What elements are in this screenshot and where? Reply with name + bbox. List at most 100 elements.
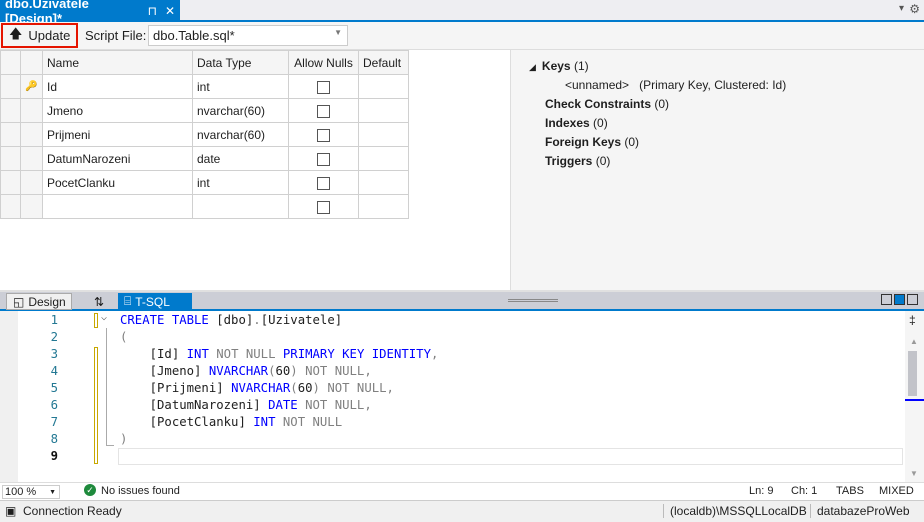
row-selector[interactable]	[0, 170, 21, 195]
indexes-node[interactable]: Indexes	[545, 116, 590, 130]
table-row[interactable]: PocetClanku int	[0, 170, 409, 195]
gear-icon[interactable]: ⚙	[909, 2, 920, 16]
row-selector[interactable]	[0, 122, 21, 147]
data-type-cell[interactable]: int	[192, 74, 289, 99]
code-line[interactable]: (	[120, 330, 127, 344]
data-type-cell[interactable]: nvarchar(60)	[192, 122, 289, 147]
allow-nulls-cell[interactable]	[288, 170, 359, 195]
allow-nulls-checkbox[interactable]	[317, 104, 330, 118]
allow-nulls-checkbox[interactable]	[317, 128, 330, 142]
editor-status-row: 100 % ▼ ✓ No issues found Ln: 9 Ch: 1 TAB…	[0, 482, 924, 500]
row-selector[interactable]	[0, 74, 21, 99]
pin-icon[interactable]: ⊓	[148, 4, 157, 18]
key-cell	[20, 98, 43, 123]
table-row[interactable]: Jmeno nvarchar(60)	[0, 98, 409, 123]
vertical-split-icon[interactable]	[881, 294, 892, 305]
allow-nulls-checkbox[interactable]	[317, 80, 330, 94]
scroll-up-icon[interactable]: ▲	[910, 337, 918, 346]
column-name-cell[interactable]: DatumNarozeni	[42, 146, 193, 171]
indent-mode[interactable]: TABS	[836, 485, 864, 497]
issues-status[interactable]: No issues found	[101, 485, 180, 497]
data-type-cell[interactable]: int	[192, 170, 289, 195]
default-cell[interactable]	[358, 122, 409, 147]
line-endings[interactable]: MIXED	[879, 485, 914, 497]
tab-design[interactable]: ◱ Design	[6, 293, 72, 310]
collapse-chevron-icon[interactable]: ⌵	[101, 312, 107, 323]
splitter-grip[interactable]	[508, 299, 558, 302]
outline-bracket	[106, 328, 114, 446]
check-constraints-node[interactable]: Check Constraints	[545, 97, 651, 111]
primary-key-node[interactable]: <unnamed>	[565, 78, 629, 92]
script-file-select[interactable]: dbo.Table.sql* ▼	[148, 25, 348, 46]
default-cell[interactable]	[358, 170, 409, 195]
code-token: [PocetClanku]	[120, 415, 254, 429]
data-type-cell[interactable]: nvarchar(60)	[192, 98, 289, 123]
default-cell[interactable]	[358, 194, 409, 219]
code-line[interactable]: [DatumNarozeni] DATE NOT NULL,	[120, 398, 372, 412]
column-name-cell[interactable]: Id	[42, 74, 193, 99]
column-name-cell[interactable]	[42, 194, 193, 219]
allow-nulls-cell[interactable]	[288, 74, 359, 99]
code-token: .	[253, 313, 261, 327]
scroll-thumb[interactable]	[908, 351, 917, 396]
default-cell[interactable]	[358, 146, 409, 171]
split-editor-icon[interactable]: ‡	[909, 313, 916, 327]
collapse-triangle-icon[interactable]: ◢	[529, 62, 536, 72]
collapse-pane-icon[interactable]	[907, 294, 918, 305]
header-data-type[interactable]: Data Type	[192, 50, 289, 75]
bottom-tab-bar: ◱ Design ⇅ ⌸ T-SQL	[0, 292, 924, 311]
close-icon[interactable]: ✕	[165, 4, 175, 18]
table-row[interactable]: Prijmeni nvarchar(60)	[0, 122, 409, 147]
keys-node[interactable]: Keys	[542, 59, 571, 73]
code-line[interactable]: [PocetClanku] INT NOT NULL	[120, 415, 343, 429]
tsql-icon: ⌸	[124, 294, 132, 308]
zoom-select[interactable]: 100 % ▼	[2, 485, 60, 499]
allow-nulls-cell[interactable]	[288, 122, 359, 147]
allow-nulls-checkbox[interactable]	[317, 176, 330, 190]
table-row[interactable]: 🔑 Id int	[0, 74, 409, 99]
code-token: [Jmeno]	[120, 364, 209, 378]
tab-tsql[interactable]: ⌸ T-SQL	[118, 293, 192, 310]
column-name-cell[interactable]: PocetClanku	[42, 170, 193, 195]
allow-nulls-checkbox[interactable]	[317, 152, 330, 166]
update-button[interactable]: 🡅 Update	[1, 23, 78, 48]
column-name-cell[interactable]: Jmeno	[42, 98, 193, 123]
header-allow-nulls[interactable]: Allow Nulls	[288, 50, 359, 75]
row-selector[interactable]	[0, 98, 21, 123]
code-line[interactable]: [Id] INT NOT NULL PRIMARY KEY IDENTITY,	[120, 347, 439, 361]
allow-nulls-checkbox[interactable]	[317, 200, 330, 214]
table-row[interactable]: DatumNarozeni date	[0, 146, 409, 171]
line-number: 7	[50, 415, 58, 429]
code-token: (	[120, 330, 128, 344]
data-type-cell[interactable]: date	[192, 146, 289, 171]
horizontal-split-icon[interactable]	[894, 294, 905, 305]
primary-key-icon: 🔑	[20, 74, 43, 99]
allow-nulls-cell[interactable]	[288, 194, 359, 219]
tsql-editor[interactable]: ⌵ 1 CREATE TABLE [dbo].[Uzivatele] 2 (3 [Id…	[0, 311, 905, 482]
row-selector[interactable]	[0, 146, 21, 171]
data-type-cell[interactable]	[192, 194, 289, 219]
code-line[interactable]: )	[120, 432, 127, 446]
code-line[interactable]: [Jmeno] NVARCHAR(60) NOT NULL,	[120, 364, 372, 378]
table-row[interactable]	[0, 194, 409, 219]
code-token: )	[120, 432, 128, 446]
dropdown-icon[interactable]: ▾	[899, 3, 904, 14]
scroll-down-icon[interactable]: ▼	[910, 469, 918, 478]
header-name[interactable]: Name	[42, 50, 193, 75]
code-line[interactable]: CREATE TABLE [dbo].[Uzivatele]	[120, 313, 342, 327]
column-name-cell[interactable]: Prijmeni	[42, 122, 193, 147]
allow-nulls-cell[interactable]	[288, 98, 359, 123]
swap-panes-button[interactable]: ⇅	[88, 293, 110, 310]
header-default[interactable]: Default	[358, 50, 409, 75]
vertical-scrollbar[interactable]: ‡ ▲ ▼	[905, 311, 924, 482]
triggers-node[interactable]: Triggers	[545, 154, 592, 168]
code-token: INT	[253, 415, 283, 429]
code-line[interactable]: [Prijmeni] NVARCHAR(60) NOT NULL,	[120, 381, 394, 395]
allow-nulls-cell[interactable]	[288, 146, 359, 171]
document-tab[interactable]: dbo.Uzivatele [Design]* ⊓ ✕	[0, 0, 180, 26]
default-cell[interactable]	[358, 74, 409, 99]
foreign-keys-node[interactable]: Foreign Keys	[545, 135, 621, 149]
select-all-corner[interactable]	[0, 50, 21, 75]
default-cell[interactable]	[358, 98, 409, 123]
row-selector[interactable]	[0, 194, 21, 219]
